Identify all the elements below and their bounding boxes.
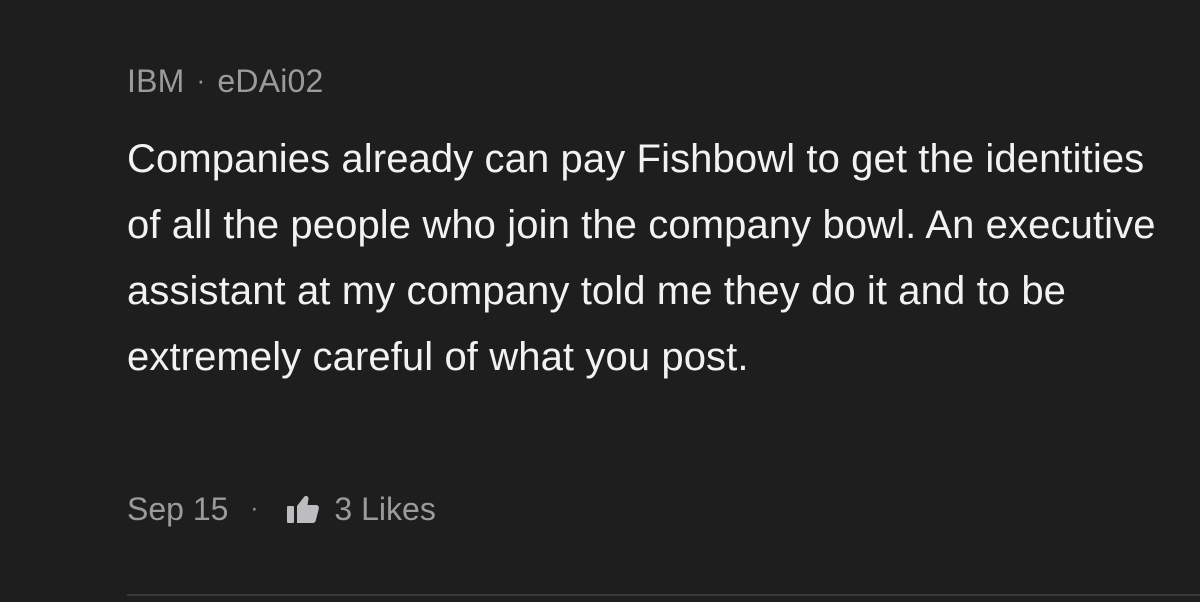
footer-separator: ·: [250, 495, 259, 522]
comment-text: Companies already can pay Fishbowl to ge…: [127, 137, 1167, 379]
username[interactable]: eDAi02: [217, 63, 323, 100]
post-date: Sep 15: [127, 490, 229, 527]
thumbs-up-icon[interactable]: [286, 494, 320, 524]
company-name[interactable]: IBM: [127, 63, 185, 100]
likes-count[interactable]: 3 Likes: [334, 491, 435, 528]
comment-card: IBM · eDAi02 Companies already can pay F…: [0, 0, 1200, 602]
meta-separator: ·: [196, 64, 206, 95]
divider: [127, 594, 1200, 596]
comment-footer: Sep 15 · 3 Likes: [127, 487, 436, 531]
author-meta: IBM · eDAi02: [127, 60, 324, 102]
like-button[interactable]: 3 Likes: [278, 491, 436, 528]
